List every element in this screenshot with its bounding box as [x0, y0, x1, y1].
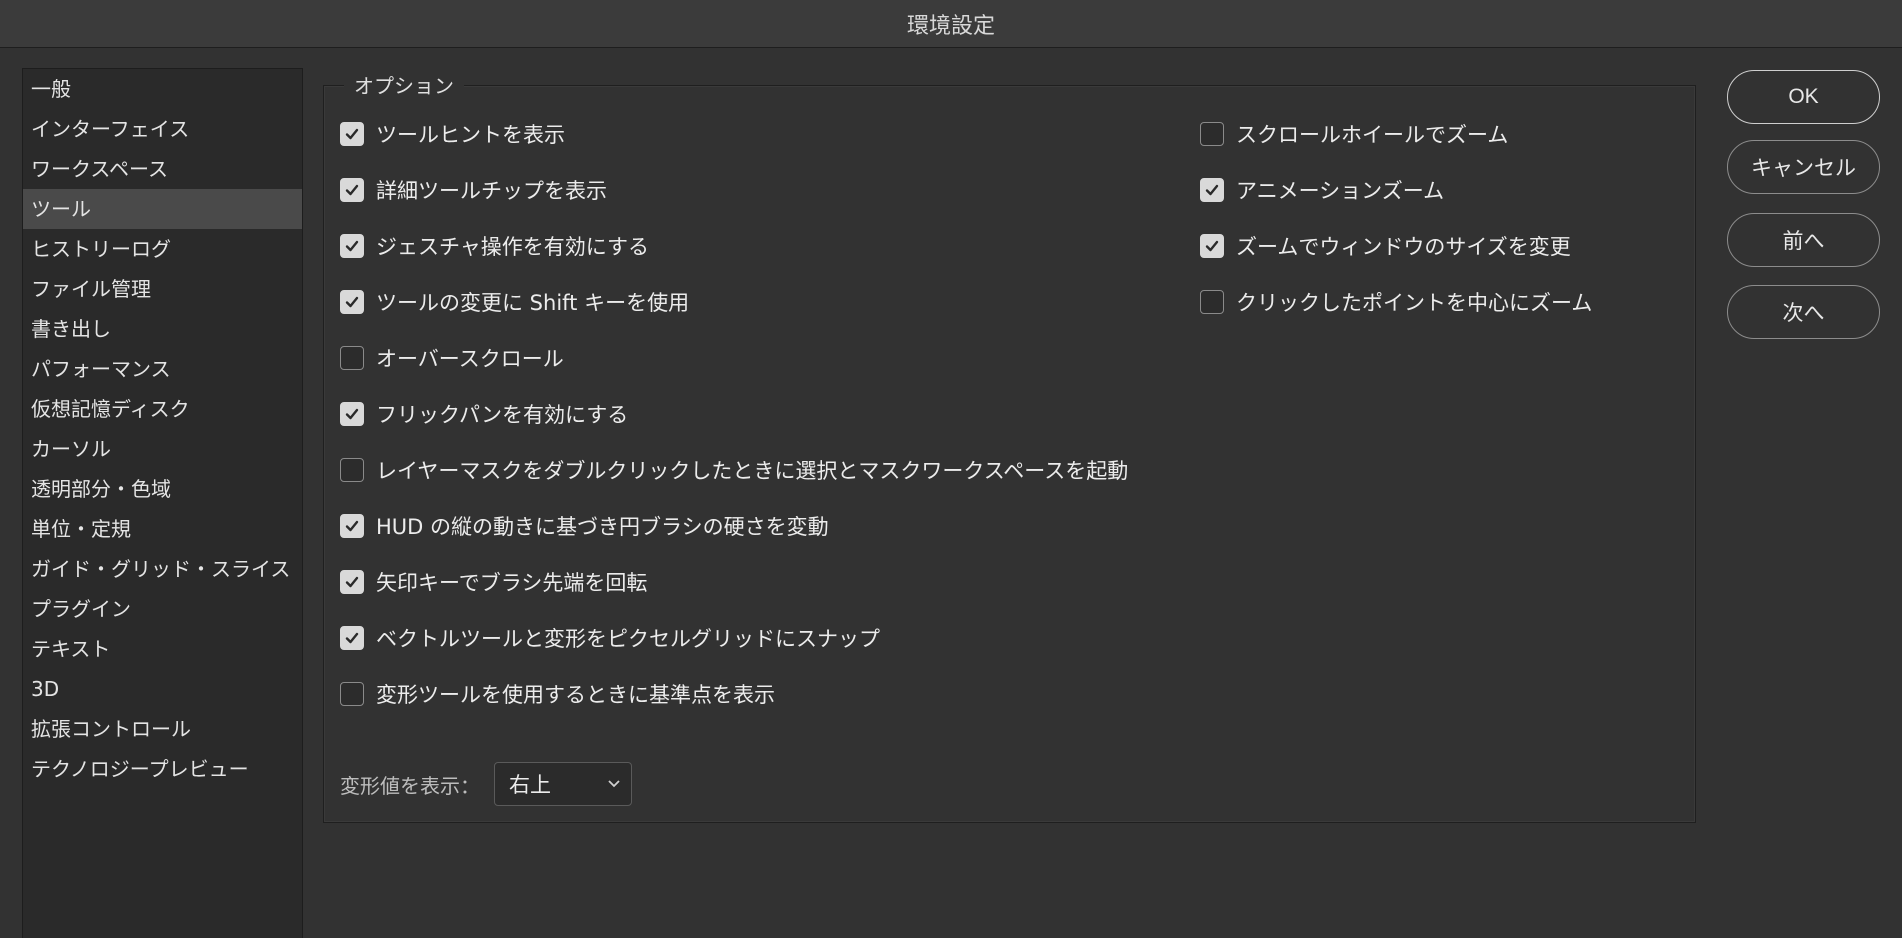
- checkbox-label: HUD の縦の動きに基づき円ブラシの硬さを変動: [376, 515, 829, 539]
- checkbox-unchecked[interactable]: [340, 458, 364, 482]
- sidebar-item[interactable]: ツール: [23, 189, 302, 229]
- checkbox-checked[interactable]: [1200, 178, 1224, 202]
- checkbox-row[interactable]: アニメーションズーム: [1200, 175, 1444, 205]
- checkbox-checked[interactable]: [1200, 234, 1224, 258]
- checkbox-checked[interactable]: [340, 514, 364, 538]
- checkbox-row[interactable]: クリックしたポイントを中心にズーム: [1200, 287, 1592, 317]
- checkbox-row[interactable]: フリックパンを有効にする: [340, 399, 628, 429]
- sidebar-item[interactable]: インターフェイス: [23, 109, 302, 149]
- sidebar-item[interactable]: 仮想記憶ディスク: [23, 389, 302, 429]
- checkbox-row[interactable]: ツールヒントを表示: [340, 119, 565, 149]
- category-sidebar: 一般 インターフェイス ワークスペース ツール ヒストリーログ ファイル管理 書き出し パフォ…: [22, 68, 303, 938]
- checkmark-icon: [345, 296, 359, 308]
- checkbox-label: オーバースクロール: [376, 347, 564, 371]
- sidebar-item[interactable]: 拡張コントロール: [23, 709, 302, 749]
- transform-values-row: 変形値を表示： 右上: [340, 762, 632, 806]
- checkmark-icon: [1205, 240, 1219, 252]
- sidebar-item[interactable]: 3D: [23, 669, 302, 709]
- chevron-down-icon: [608, 780, 620, 788]
- checkbox-label: スクロールホイールでズーム: [1236, 123, 1509, 147]
- sidebar-item[interactable]: プラグイン: [23, 589, 302, 629]
- checkbox-label: 矢印キーでブラシ先端を回転: [376, 571, 648, 595]
- checkbox-row[interactable]: 詳細ツールチップを表示: [340, 175, 607, 205]
- checkbox-row[interactable]: ツールの変更に Shift キーを使用: [340, 287, 689, 317]
- sidebar-item[interactable]: カーソル: [23, 429, 302, 469]
- checkbox-unchecked[interactable]: [1200, 290, 1224, 314]
- checkmark-icon: [345, 576, 359, 588]
- checkbox-row[interactable]: ズームでウィンドウのサイズを変更: [1200, 231, 1571, 261]
- checkbox-unchecked[interactable]: [340, 346, 364, 370]
- sidebar-item[interactable]: パフォーマンス: [23, 349, 302, 389]
- checkbox-row[interactable]: ジェスチャ操作を有効にする: [340, 231, 649, 261]
- sidebar-item[interactable]: ガイド・グリッド・スライス: [23, 549, 302, 589]
- checkbox-label: 変形ツールを使用するときに基準点を表示: [376, 683, 775, 707]
- sidebar-item[interactable]: 単位・定規: [23, 509, 302, 549]
- checkbox-label: ツールの変更に Shift キーを使用: [376, 291, 690, 315]
- sidebar-item[interactable]: ファイル管理: [23, 269, 302, 309]
- checkbox-checked[interactable]: [340, 234, 364, 258]
- checkmark-icon: [345, 408, 359, 420]
- transform-values-selected: 右上: [509, 773, 551, 797]
- sidebar-item[interactable]: 透明部分・色域: [23, 469, 302, 509]
- sidebar-item[interactable]: 書き出し: [23, 309, 302, 349]
- checkbox-label: ジェスチャ操作を有効にする: [376, 235, 649, 259]
- checkbox-checked[interactable]: [340, 178, 364, 202]
- preferences-dialog: 環境設定 一般 インターフェイス ワークスペース ツール ヒストリーログ ファイル管理 書き…: [0, 0, 1902, 938]
- checkbox-label: 詳細ツールチップを表示: [376, 179, 607, 203]
- transform-values-label: 変形値を表示：: [340, 773, 480, 798]
- sidebar-item[interactable]: テキスト: [23, 629, 302, 669]
- checkmark-icon: [345, 128, 359, 140]
- title-bar: 環境設定: [0, 0, 1902, 48]
- checkmark-icon: [345, 184, 359, 196]
- ok-button[interactable]: OK: [1727, 70, 1880, 124]
- next-button[interactable]: 次へ: [1727, 285, 1880, 339]
- transform-values-select[interactable]: 右上: [494, 762, 632, 806]
- checkbox-checked[interactable]: [340, 122, 364, 146]
- window-title: 環境設定: [906, 13, 995, 39]
- checkbox-label: フリックパンを有効にする: [376, 403, 629, 427]
- sidebar-item[interactable]: 一般: [23, 69, 302, 109]
- checkbox-checked[interactable]: [340, 570, 364, 594]
- checkbox-row[interactable]: レイヤーマスクをダブルクリックしたときに選択とマスクワークスペースを起動: [340, 455, 1128, 485]
- checkbox-checked[interactable]: [340, 402, 364, 426]
- sidebar-item[interactable]: テクノロジープレビュー: [23, 749, 302, 789]
- sidebar-item[interactable]: ワークスペース: [23, 149, 302, 189]
- checkmark-icon: [345, 632, 359, 644]
- checkbox-label: レイヤーマスクをダブルクリックしたときに選択とマスクワークスペースを起動: [376, 459, 1129, 483]
- checkbox-row[interactable]: スクロールホイールでズーム: [1200, 119, 1508, 149]
- cancel-button[interactable]: キャンセル: [1727, 140, 1880, 194]
- checkbox-row[interactable]: 変形ツールを使用するときに基準点を表示: [340, 679, 775, 709]
- checkbox-label: ツールヒントを表示: [376, 123, 565, 147]
- checkbox-label: アニメーションズーム: [1236, 179, 1445, 203]
- checkbox-label: ズームでウィンドウのサイズを変更: [1236, 235, 1571, 259]
- checkbox-row[interactable]: 矢印キーでブラシ先端を回転: [340, 567, 647, 597]
- sidebar-item[interactable]: ヒストリーログ: [23, 229, 302, 269]
- checkbox-row[interactable]: HUD の縦の動きに基づき円ブラシの硬さを変動: [340, 511, 829, 541]
- checkbox-label: ベクトルツールと変形をピクセルグリッドにスナップ: [376, 627, 880, 651]
- checkbox-checked[interactable]: [340, 626, 364, 650]
- checkbox-checked[interactable]: [340, 290, 364, 314]
- checkbox-unchecked[interactable]: [340, 682, 364, 706]
- checkbox-row[interactable]: オーバースクロール: [340, 343, 564, 373]
- prev-button[interactable]: 前へ: [1727, 213, 1880, 267]
- checkmark-icon: [1205, 184, 1219, 196]
- checkbox-row[interactable]: ベクトルツールと変形をピクセルグリッドにスナップ: [340, 623, 880, 653]
- options-legend: オプション: [344, 72, 464, 100]
- checkbox-unchecked[interactable]: [1200, 122, 1224, 146]
- checkmark-icon: [345, 240, 359, 252]
- checkmark-icon: [345, 520, 359, 532]
- checkbox-label: クリックしたポイントを中心にズーム: [1236, 291, 1593, 315]
